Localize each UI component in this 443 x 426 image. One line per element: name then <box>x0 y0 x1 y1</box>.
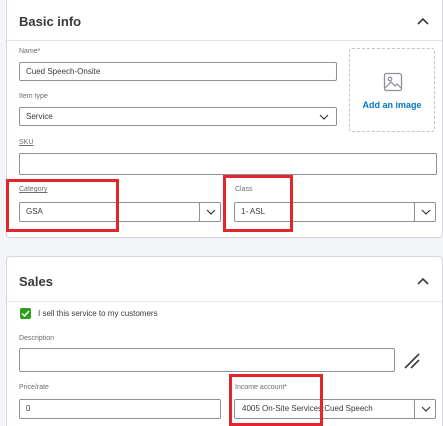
item-type-select[interactable]: Service <box>19 107 337 126</box>
item-type-value: Service <box>26 112 53 121</box>
chevron-down-icon <box>206 209 216 215</box>
collapse-sales-chevron-up-icon[interactable] <box>416 276 430 286</box>
sell-service-label: I sell this service to my customers <box>38 309 158 318</box>
sku-label: SKU <box>19 139 34 146</box>
name-field[interactable]: Cued Speech-Onsite <box>19 62 337 81</box>
income-account-select[interactable]: 4005 On-Site Services:Cued Speech <box>234 399 415 419</box>
income-account-dropdown-button[interactable] <box>414 399 436 419</box>
description-label: Description <box>19 335 55 342</box>
sales-card: Sales I sell this service to my customer… <box>6 256 443 426</box>
sales-title: Sales <box>19 274 53 289</box>
class-dropdown-button[interactable] <box>414 202 436 222</box>
image-placeholder-icon <box>383 72 403 92</box>
price-rate-field[interactable]: 0 <box>19 399 221 419</box>
class-label: Class <box>235 186 253 193</box>
chevron-down-icon <box>421 209 431 215</box>
resize-icon[interactable] <box>399 348 423 372</box>
category-dropdown-button[interactable] <box>199 202 221 222</box>
category-label: Category <box>19 186 48 193</box>
price-rate-label: Price/rate <box>19 384 49 391</box>
basic-info-card: Basic info Name* Cued Speech-Onsite Item… <box>6 0 443 238</box>
sku-field[interactable] <box>19 153 437 175</box>
collapse-basic-info-chevron-up-icon[interactable] <box>416 16 430 26</box>
sell-service-checkbox[interactable] <box>20 308 31 319</box>
category-select[interactable]: GSA <box>19 202 200 222</box>
add-image-box[interactable]: Add an image <box>349 48 435 132</box>
chevron-down-icon <box>319 114 329 120</box>
checkmark-icon <box>21 310 30 317</box>
income-account-label: Income account* <box>235 384 288 391</box>
sales-divider <box>7 301 442 302</box>
add-image-link[interactable]: Add an image <box>350 100 434 110</box>
basic-info-title: Basic info <box>19 14 82 29</box>
chevron-down-icon <box>421 406 431 412</box>
class-select[interactable]: 1- ASL <box>234 202 415 222</box>
item-type-label: Item type <box>19 93 48 100</box>
description-field[interactable] <box>19 348 395 372</box>
name-label: Name* <box>19 48 41 55</box>
basic-info-divider <box>7 40 442 41</box>
